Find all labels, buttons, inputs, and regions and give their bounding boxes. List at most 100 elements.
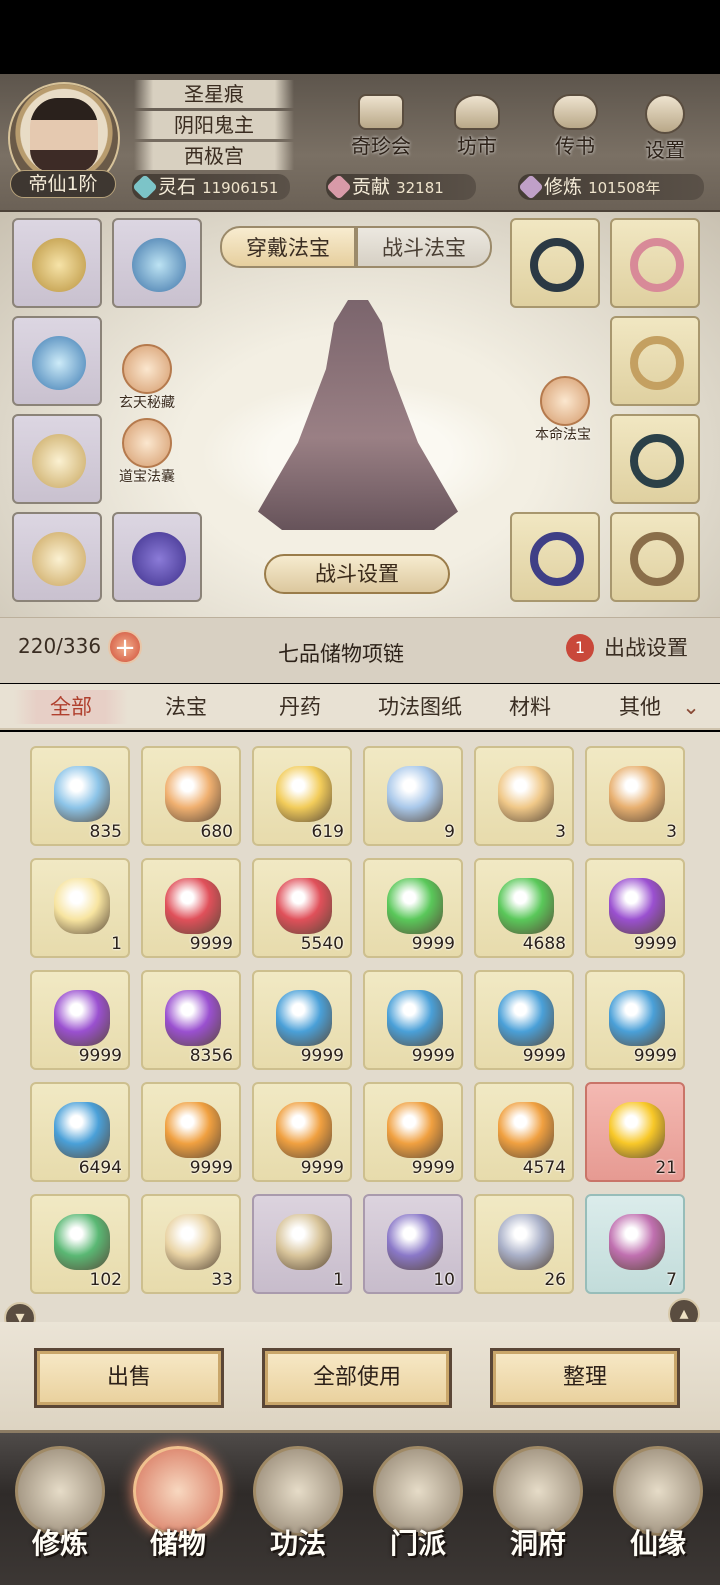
sell-button[interactable]: 出售 <box>34 1348 224 1408</box>
ring-icon <box>630 336 684 390</box>
inventory-item[interactable]: 9999 <box>252 970 352 1070</box>
tab-pills[interactable]: 丹药 <box>250 690 350 724</box>
item-count: 9999 <box>300 1046 344 1066</box>
item-count: 3 <box>555 822 566 842</box>
nav-treasure-pavilion[interactable]: 奇珍会 <box>346 94 416 160</box>
equip-slot-boots[interactable] <box>112 512 202 602</box>
inventory-item[interactable]: 9999 <box>585 858 685 958</box>
battle-settings-button[interactable]: 战斗设置 <box>264 554 450 594</box>
inventory-item[interactable]: 619 <box>252 746 352 846</box>
cultivation-counter: 修炼 101508年 <box>518 174 704 200</box>
inventory-item[interactable]: 8356 <box>141 970 241 1070</box>
title-plate-1: 圣星痕 <box>134 80 294 108</box>
cultivation-value: 101508年 <box>588 179 661 197</box>
necklace-icon <box>32 238 86 292</box>
item-icon <box>609 766 665 822</box>
inventory-item[interactable]: 9999 <box>141 1082 241 1182</box>
item-icon <box>276 1102 332 1158</box>
tab-battle-treasures[interactable]: 战斗法宝 <box>356 226 492 268</box>
inventory-item[interactable]: 5540 <box>252 858 352 958</box>
inventory-item[interactable]: 3 <box>474 746 574 846</box>
inventory-item[interactable]: 1 <box>252 1194 352 1294</box>
equip-slot-ring-3[interactable] <box>610 316 700 406</box>
nav-cave[interactable]: 洞府 <box>486 1446 590 1576</box>
nav-label: 设置 <box>645 138 685 162</box>
item-icon <box>276 990 332 1046</box>
inventory-item[interactable]: 9999 <box>363 858 463 958</box>
inventory-item[interactable]: 9999 <box>30 970 130 1070</box>
tab-all[interactable]: 全部 <box>14 690 128 724</box>
treasure-pouch-button[interactable] <box>122 418 172 468</box>
inventory-item[interactable]: 26 <box>474 1194 574 1294</box>
inventory-item[interactable]: 9999 <box>363 970 463 1070</box>
inventory-item[interactable]: 4688 <box>474 858 574 958</box>
nav-storage[interactable]: 储物 <box>126 1446 230 1576</box>
nav-sect[interactable]: 门派 <box>366 1446 470 1576</box>
chevron-down-icon[interactable]: ⌄ <box>676 690 706 724</box>
inventory-item[interactable]: 680 <box>141 746 241 846</box>
equip-slot-belt[interactable] <box>12 512 102 602</box>
inventory-item[interactable]: 9999 <box>252 1082 352 1182</box>
item-count: 9999 <box>189 1158 233 1178</box>
item-count: 3 <box>666 822 677 842</box>
inventory-item[interactable]: 9999 <box>141 858 241 958</box>
equip-slot-ring-6[interactable] <box>610 512 700 602</box>
inventory-item[interactable]: 835 <box>30 746 130 846</box>
nav-techniques[interactable]: 功法 <box>246 1446 350 1576</box>
inventory-item[interactable]: 3 <box>585 746 685 846</box>
inventory-item[interactable]: 102 <box>30 1194 130 1294</box>
equip-slot-necklace[interactable] <box>12 218 102 308</box>
inventory-item[interactable]: 9 <box>363 746 463 846</box>
expand-bag-button[interactable]: + <box>108 630 142 664</box>
equip-slot-ring-4[interactable] <box>610 414 700 504</box>
use-all-button[interactable]: 全部使用 <box>262 1348 452 1408</box>
item-icon <box>54 1214 110 1270</box>
nav-label: 功法 <box>269 1527 326 1560</box>
inventory-item[interactable]: 7 <box>585 1194 685 1294</box>
inventory-item[interactable]: 4574 <box>474 1082 574 1182</box>
inventory-item[interactable]: 9999 <box>585 970 685 1070</box>
tab-materials[interactable]: 材料 <box>480 690 580 724</box>
bag-capacity: 220/336 <box>18 634 102 658</box>
inventory-item[interactable]: 1 <box>30 858 130 958</box>
nav-label: 门派 <box>389 1527 446 1560</box>
equip-slot-ring-1[interactable] <box>510 218 600 308</box>
equip-slot-helmet[interactable] <box>112 218 202 308</box>
equip-slot-armor[interactable] <box>12 316 102 406</box>
inventory-item[interactable]: 21 <box>585 1082 685 1182</box>
inventory-item[interactable]: 9999 <box>474 970 574 1070</box>
realm-rank-badge: 帝仙1阶 <box>10 170 116 198</box>
nav-settings[interactable]: 设置 <box>630 94 700 162</box>
nav-fate[interactable]: 仙缘 <box>606 1446 710 1576</box>
inventory-item[interactable]: 33 <box>141 1194 241 1294</box>
item-count: 619 <box>311 822 344 842</box>
equip-slot-gloves[interactable] <box>12 414 102 504</box>
sort-button[interactable]: 整理 <box>490 1348 680 1408</box>
equip-slot-ring-2[interactable] <box>610 218 700 308</box>
inventory-item[interactable]: 6494 <box>30 1082 130 1182</box>
tab-worn-treasures[interactable]: 穿戴法宝 <box>220 226 356 268</box>
scroll-mail-icon <box>552 94 598 130</box>
item-icon <box>54 878 110 934</box>
item-count: 9999 <box>189 934 233 954</box>
item-icon <box>498 766 554 822</box>
contribution-counter: 贡献 32181 <box>326 174 476 200</box>
inventory-item[interactable]: 9999 <box>363 1082 463 1182</box>
item-count: 7 <box>666 1270 677 1290</box>
mystic-vault-button[interactable] <box>122 344 172 394</box>
tab-treasures[interactable]: 法宝 <box>136 690 236 724</box>
item-count: 102 <box>89 1270 122 1290</box>
tab-techniques[interactable]: 功法图纸 <box>360 690 480 724</box>
natal-treasure-button[interactable] <box>540 376 590 426</box>
nav-cultivation[interactable]: 修炼 <box>8 1446 112 1576</box>
equip-slot-ring-5[interactable] <box>510 512 600 602</box>
tab-others[interactable]: 其他 <box>590 690 690 724</box>
inventory-item[interactable]: 10 <box>363 1194 463 1294</box>
item-icon <box>387 1214 443 1270</box>
deploy-settings-button[interactable]: 1 出战设置 <box>560 630 720 666</box>
nav-market[interactable]: 坊市 <box>442 94 512 160</box>
item-count: 9999 <box>78 1046 122 1066</box>
title-plate-2: 阴阳鬼主 <box>134 111 294 139</box>
nav-label: 仙缘 <box>629 1527 686 1560</box>
nav-mail[interactable]: 传书 <box>540 94 610 160</box>
